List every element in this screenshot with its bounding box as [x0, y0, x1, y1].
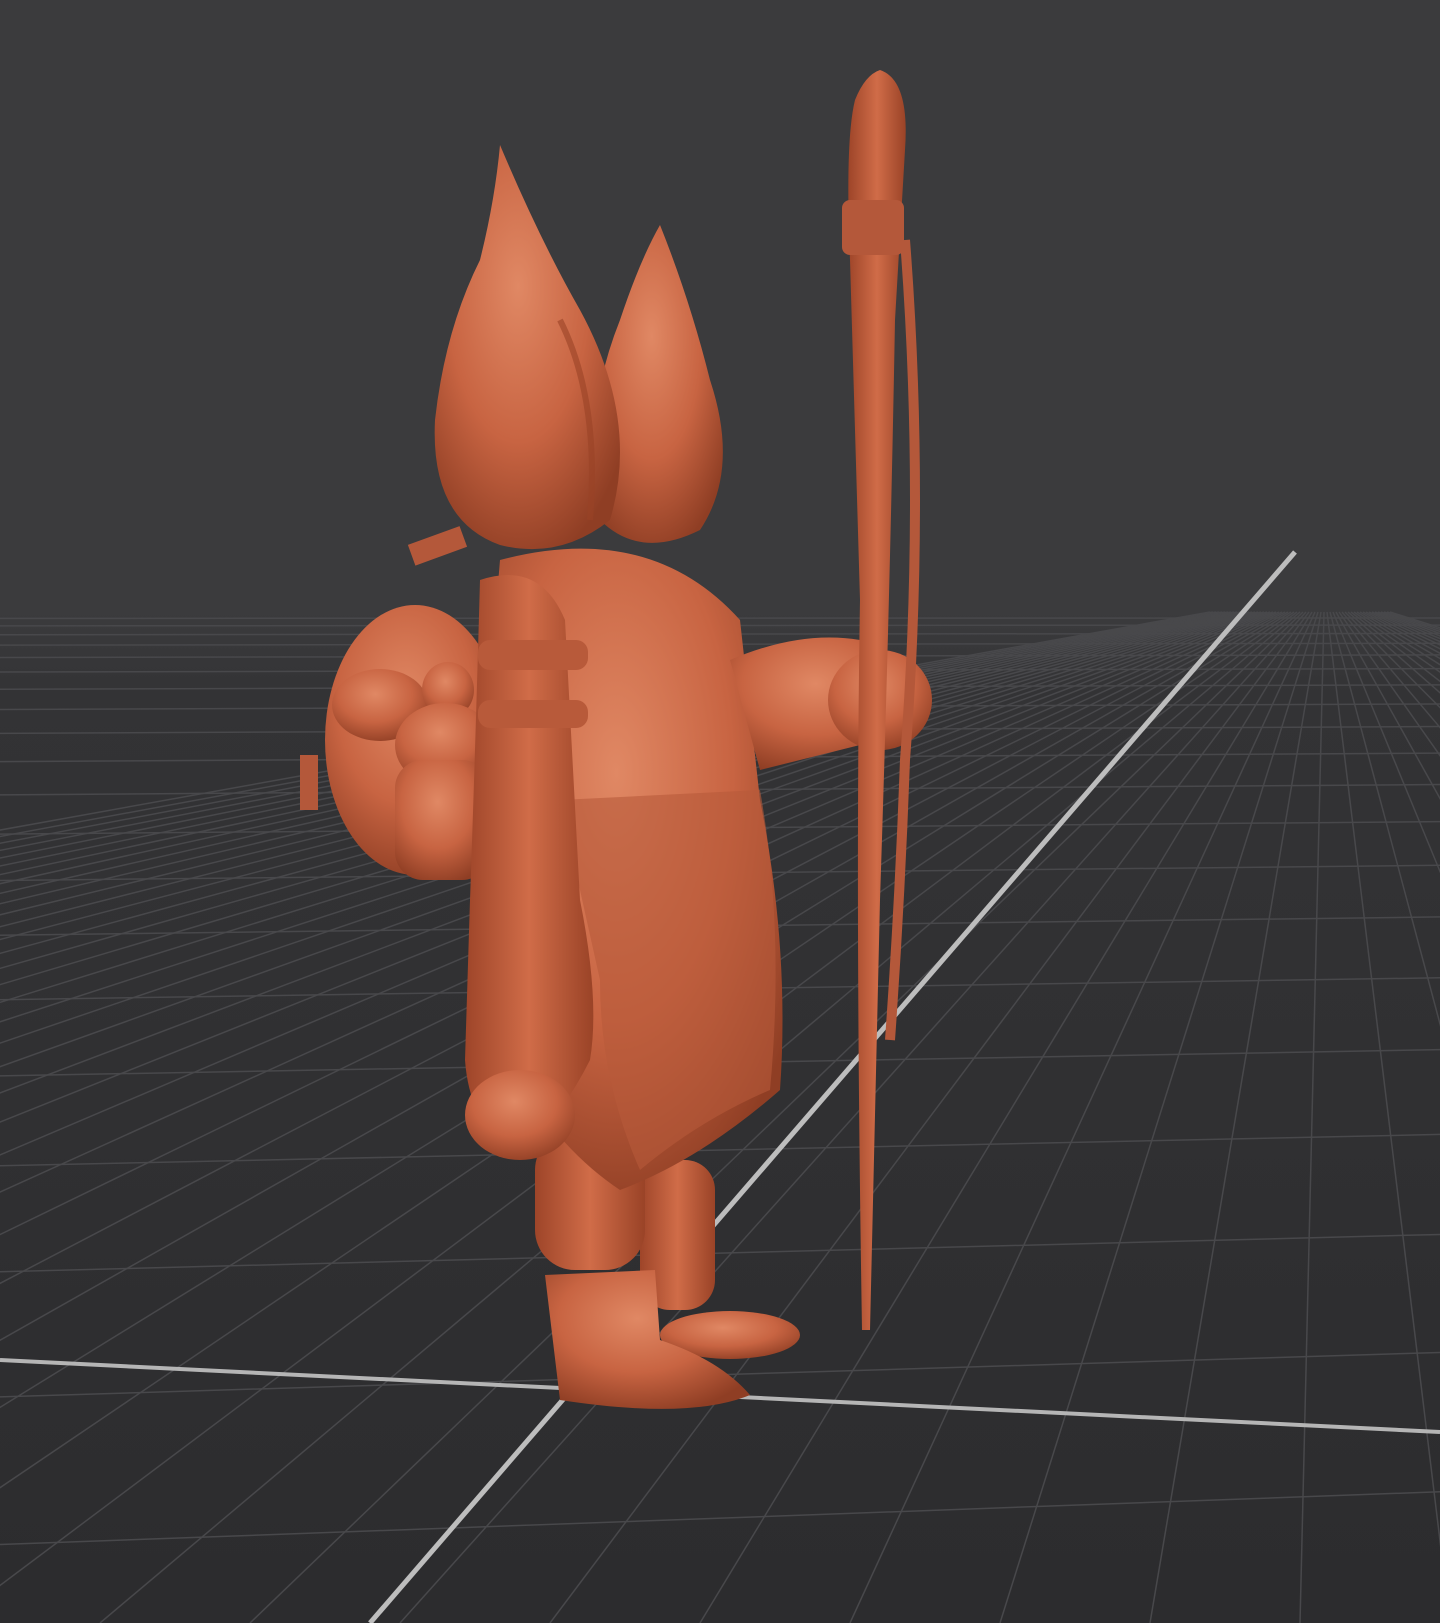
3d-viewport[interactable]	[0, 0, 1440, 1623]
viewport-canvas[interactable]	[0, 0, 1440, 1623]
